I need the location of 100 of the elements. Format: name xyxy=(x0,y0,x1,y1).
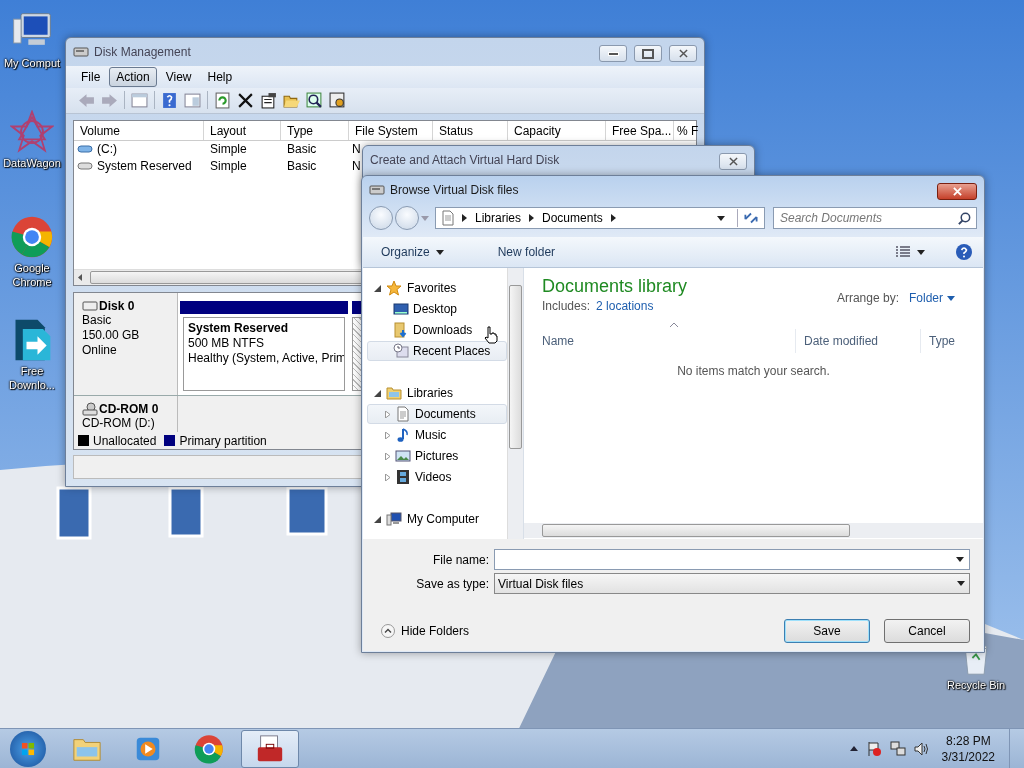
desktop-icon-label[interactable]: My Comput xyxy=(3,56,61,70)
column-header[interactable]: Volume xyxy=(74,121,204,140)
maximize-button[interactable] xyxy=(634,45,662,62)
download-folder-icon xyxy=(393,322,409,338)
clock[interactable]: 8:28 PM 3/31/2022 xyxy=(941,732,995,765)
nav-item[interactable]: Libraries xyxy=(367,383,507,403)
up-arrow-icon[interactable] xyxy=(849,746,858,751)
table-cell-text: N xyxy=(351,142,361,157)
file-name-field[interactable] xyxy=(494,549,970,570)
locations-link[interactable]: 2 locations xyxy=(596,299,654,313)
column-header[interactable]: Type xyxy=(281,121,349,140)
expanded-arrow-icon[interactable] xyxy=(374,284,381,292)
nav-item[interactable]: Videos xyxy=(367,467,507,487)
column-header[interactable]: Capacity xyxy=(508,121,606,140)
nav-item[interactable]: My Computer xyxy=(367,509,507,529)
flag-icon[interactable] xyxy=(865,740,882,757)
help-icon[interactable] xyxy=(161,91,178,109)
refresh-icon[interactable] xyxy=(214,91,231,109)
column-header[interactable]: Layout xyxy=(204,121,281,140)
nav-item[interactable]: Documents xyxy=(367,404,507,424)
nav-item[interactable]: Favorites xyxy=(367,278,507,298)
help-icon[interactable] xyxy=(955,243,973,261)
network-icon[interactable] xyxy=(889,740,906,757)
column-header[interactable]: Date modified xyxy=(796,329,921,353)
nav-item[interactable]: Downloads xyxy=(367,320,507,340)
breadcrumb-arrow-icon[interactable] xyxy=(462,214,467,222)
film-icon xyxy=(395,469,411,485)
column-header[interactable]: Type xyxy=(921,329,963,353)
dialog-button[interactable]: Cancel xyxy=(884,619,970,643)
close-button[interactable] xyxy=(719,153,747,170)
desktop-icon xyxy=(393,301,409,317)
disk-drive-icon xyxy=(82,301,98,312)
nav-item[interactable]: Pictures xyxy=(367,446,507,466)
menu-item[interactable]: File xyxy=(74,66,108,87)
properties-icon[interactable] xyxy=(260,91,277,109)
view-list-icon[interactable] xyxy=(895,246,911,258)
caret-icon[interactable] xyxy=(956,557,964,562)
hide-folders-button[interactable]: Hide Folders xyxy=(369,624,470,638)
file-type-dropdown[interactable]: Virtual Disk files xyxy=(494,573,970,594)
settings-icon[interactable] xyxy=(329,91,346,109)
computer-icon xyxy=(386,511,402,527)
horizontal-scrollbar[interactable] xyxy=(524,523,983,538)
window-title: Browse Virtual Disk files xyxy=(390,183,519,197)
column-header[interactable]: Name xyxy=(534,329,796,353)
collapsed-arrow-icon[interactable] xyxy=(384,410,391,418)
search-field[interactable]: Search Documents xyxy=(773,207,977,229)
close-button[interactable] xyxy=(669,45,697,62)
drive-icon xyxy=(77,144,93,155)
vertical-scrollbar[interactable] xyxy=(507,268,523,539)
breadcrumb-item[interactable]: Documents xyxy=(540,211,605,225)
menu-item[interactable]: Action xyxy=(109,66,157,87)
collapsed-arrow-icon[interactable] xyxy=(384,473,391,481)
menu-item[interactable]: View xyxy=(158,66,199,87)
expanded-arrow-icon[interactable] xyxy=(374,389,381,397)
breadcrumb-arrow-icon[interactable] xyxy=(529,214,535,222)
field-label: Save as type: xyxy=(415,576,489,591)
column-header[interactable]: File System xyxy=(349,121,433,140)
disk-drive-icon xyxy=(369,182,385,198)
start-button[interactable] xyxy=(10,730,46,767)
document-icon xyxy=(395,406,411,422)
recent-places-icon xyxy=(393,343,409,359)
close-icon xyxy=(678,49,688,58)
column-header[interactable]: Status xyxy=(433,121,508,140)
column-header[interactable]: Free Spa... xyxy=(606,121,674,140)
minimize-button[interactable] xyxy=(599,45,627,62)
dropdown-arrow-icon[interactable] xyxy=(917,249,925,255)
chrome-icon xyxy=(194,733,224,764)
window-title: Create and Attach Virtual Hard Disk xyxy=(370,153,560,167)
disk-drive-icon xyxy=(73,44,89,60)
dialog-button[interactable]: Save xyxy=(784,619,870,643)
organize-button[interactable]: Organize xyxy=(381,245,430,259)
chrome-icon xyxy=(10,215,54,259)
legend-label: Primary partition xyxy=(179,433,267,448)
taskbar-app[interactable] xyxy=(241,729,299,768)
collapsed-arrow-icon[interactable] xyxy=(384,431,391,439)
nav-item[interactable]: Music xyxy=(367,425,507,445)
volume-name: (C:) xyxy=(97,142,117,157)
new-folder-button[interactable]: New folder xyxy=(497,245,556,259)
music-note-icon xyxy=(395,427,411,443)
close-button[interactable] xyxy=(937,183,977,200)
column-header[interactable]: % F xyxy=(674,121,701,140)
dropdown-arrow-icon[interactable] xyxy=(435,249,444,255)
arrange-dropdown[interactable]: Folder xyxy=(909,291,955,305)
magnifier-icon[interactable] xyxy=(306,91,323,109)
address-bar[interactable]: Libraries Documents xyxy=(435,207,765,229)
sort-caret-icon xyxy=(670,323,678,327)
breadcrumb-arrow-icon[interactable] xyxy=(610,214,616,222)
left-arrow-icon[interactable] xyxy=(78,274,82,282)
dropdown-arrow-icon[interactable] xyxy=(717,215,725,221)
close-icon xyxy=(728,157,738,166)
speaker-icon[interactable] xyxy=(913,740,930,757)
menu-item[interactable]: Help xyxy=(200,66,240,87)
nav-item[interactable]: Desktop xyxy=(367,299,507,319)
delete-icon[interactable] xyxy=(237,91,254,109)
nav-item[interactable]: Recent Places xyxy=(367,341,507,361)
table-cell-text: Basic xyxy=(286,142,318,157)
breadcrumb-item[interactable]: Libraries xyxy=(473,211,524,225)
collapsed-arrow-icon[interactable] xyxy=(384,452,391,460)
table-cell-text: Basic xyxy=(286,159,318,174)
expanded-arrow-icon[interactable] xyxy=(374,515,381,523)
